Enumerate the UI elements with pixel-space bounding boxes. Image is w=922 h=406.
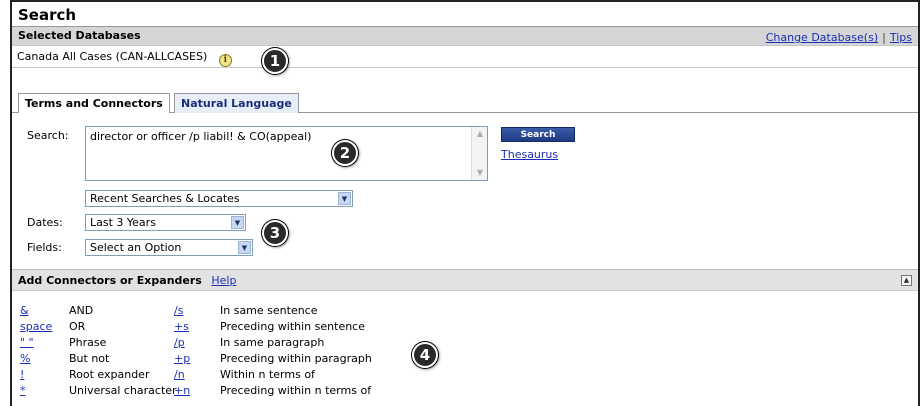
connector-row: ! Root expander /n Within n terms of — [12, 368, 512, 384]
connector-symbol-same-paragraph[interactable]: /p — [174, 336, 185, 349]
help-link[interactable]: Help — [211, 274, 236, 287]
chevron-down-icon: ▼ — [231, 216, 244, 229]
dates-value: Last 3 Years — [90, 216, 156, 229]
connector-description: Preceding within n terms of — [220, 384, 372, 397]
connector-row: * Universal character +n Preceding withi… — [12, 384, 512, 400]
connectors-section-title: Add Connectors or Expanders — [18, 274, 202, 287]
page-title: Search — [12, 2, 918, 27]
chevron-down-icon: ▼ — [338, 192, 351, 205]
connector-symbol-preceding-sentence[interactable]: +s — [174, 320, 189, 333]
connector-row: space OR +s Preceding within sentence — [12, 320, 512, 336]
database-links: Change Database(s) | Tips — [766, 31, 912, 44]
search-panel: Search Selected Databases Change Databas… — [10, 0, 920, 406]
dates-select[interactable]: Last 3 Years ▼ — [85, 214, 246, 231]
callout-2: 2 — [332, 140, 358, 166]
connector-description: But not — [69, 352, 110, 365]
callout-4: 4 — [412, 342, 438, 368]
connector-symbol-preceding-paragraph[interactable]: +p — [174, 352, 190, 365]
search-query-text: director or officer /p liabil! & CO(appe… — [90, 130, 312, 143]
info-icon[interactable]: i — [218, 54, 232, 67]
connector-description: Phrase — [69, 336, 107, 349]
recent-searches-select[interactable]: Recent Searches & Locates ▼ — [85, 190, 353, 207]
connector-row: & AND /s In same sentence — [12, 304, 512, 320]
connector-symbol-within-n[interactable]: /n — [174, 368, 185, 381]
scroll-up-icon[interactable]: ▲ — [475, 129, 485, 139]
search-button[interactable]: Search — [501, 127, 575, 142]
connector-symbol-same-sentence[interactable]: /s — [174, 304, 183, 317]
search-query-textarea[interactable]: director or officer /p liabil! & CO(appe… — [85, 126, 488, 181]
connector-symbol-phrase[interactable]: " " — [20, 336, 34, 349]
tips-link[interactable]: Tips — [890, 31, 912, 44]
fields-value: Select an Option — [90, 241, 182, 254]
recent-searches-value: Recent Searches & Locates — [90, 192, 240, 205]
search-tabs: Terms and Connectors Natural Language — [12, 92, 918, 114]
callout-3: 3 — [262, 220, 288, 246]
tab-terms-and-connectors[interactable]: Terms and Connectors — [18, 93, 170, 114]
connector-description: Root expander — [69, 368, 150, 381]
change-databases-link[interactable]: Change Database(s) — [766, 31, 878, 44]
tab-natural-language[interactable]: Natural Language — [174, 93, 299, 113]
connector-symbol-preceding-within-n[interactable]: +n — [174, 384, 190, 397]
selected-database-row: Canada All Cases (CAN-ALLCASES) i — [12, 46, 918, 68]
database-name: Canada All Cases (CAN-ALLCASES) — [17, 50, 208, 63]
fields-label: Fields: — [27, 241, 62, 254]
connector-symbol-root-expander[interactable]: ! — [20, 368, 24, 381]
connector-description: In same paragraph — [220, 336, 325, 349]
selected-databases-label: Selected Databases — [18, 29, 141, 42]
textarea-scrollbar[interactable]: ▲ ▼ — [471, 127, 487, 180]
connectors-section-header: Add Connectors or Expanders Help ▲ — [12, 269, 918, 291]
link-separator: | — [882, 31, 886, 44]
connector-description: AND — [69, 304, 94, 317]
connector-description: Preceding within paragraph — [220, 352, 372, 365]
scroll-down-icon[interactable]: ▼ — [475, 168, 485, 178]
callout-1: 1 — [262, 48, 288, 74]
dates-label: Dates: — [27, 216, 63, 229]
connector-description: OR — [69, 320, 86, 333]
chevron-down-icon: ▼ — [238, 241, 251, 254]
connector-symbol-and[interactable]: & — [20, 304, 29, 317]
connector-description: Universal character — [69, 384, 177, 397]
search-label: Search: — [27, 129, 69, 142]
fields-select[interactable]: Select an Option ▼ — [85, 239, 253, 256]
collapse-icon[interactable]: ▲ — [901, 275, 912, 286]
selected-databases-bar: Selected Databases Change Database(s) | Ti… — [12, 27, 918, 46]
search-form: Search: director or officer /p liabil! &… — [12, 113, 918, 268]
thesaurus-link[interactable]: Thesaurus — [501, 148, 558, 161]
connector-description: Preceding within sentence — [220, 320, 365, 333]
connector-symbol-but-not[interactable]: % — [20, 352, 30, 365]
connector-description: In same sentence — [220, 304, 318, 317]
connector-symbol-or[interactable]: space — [20, 320, 52, 333]
connector-symbol-universal[interactable]: * — [20, 384, 26, 397]
connector-description: Within n terms of — [220, 368, 315, 381]
